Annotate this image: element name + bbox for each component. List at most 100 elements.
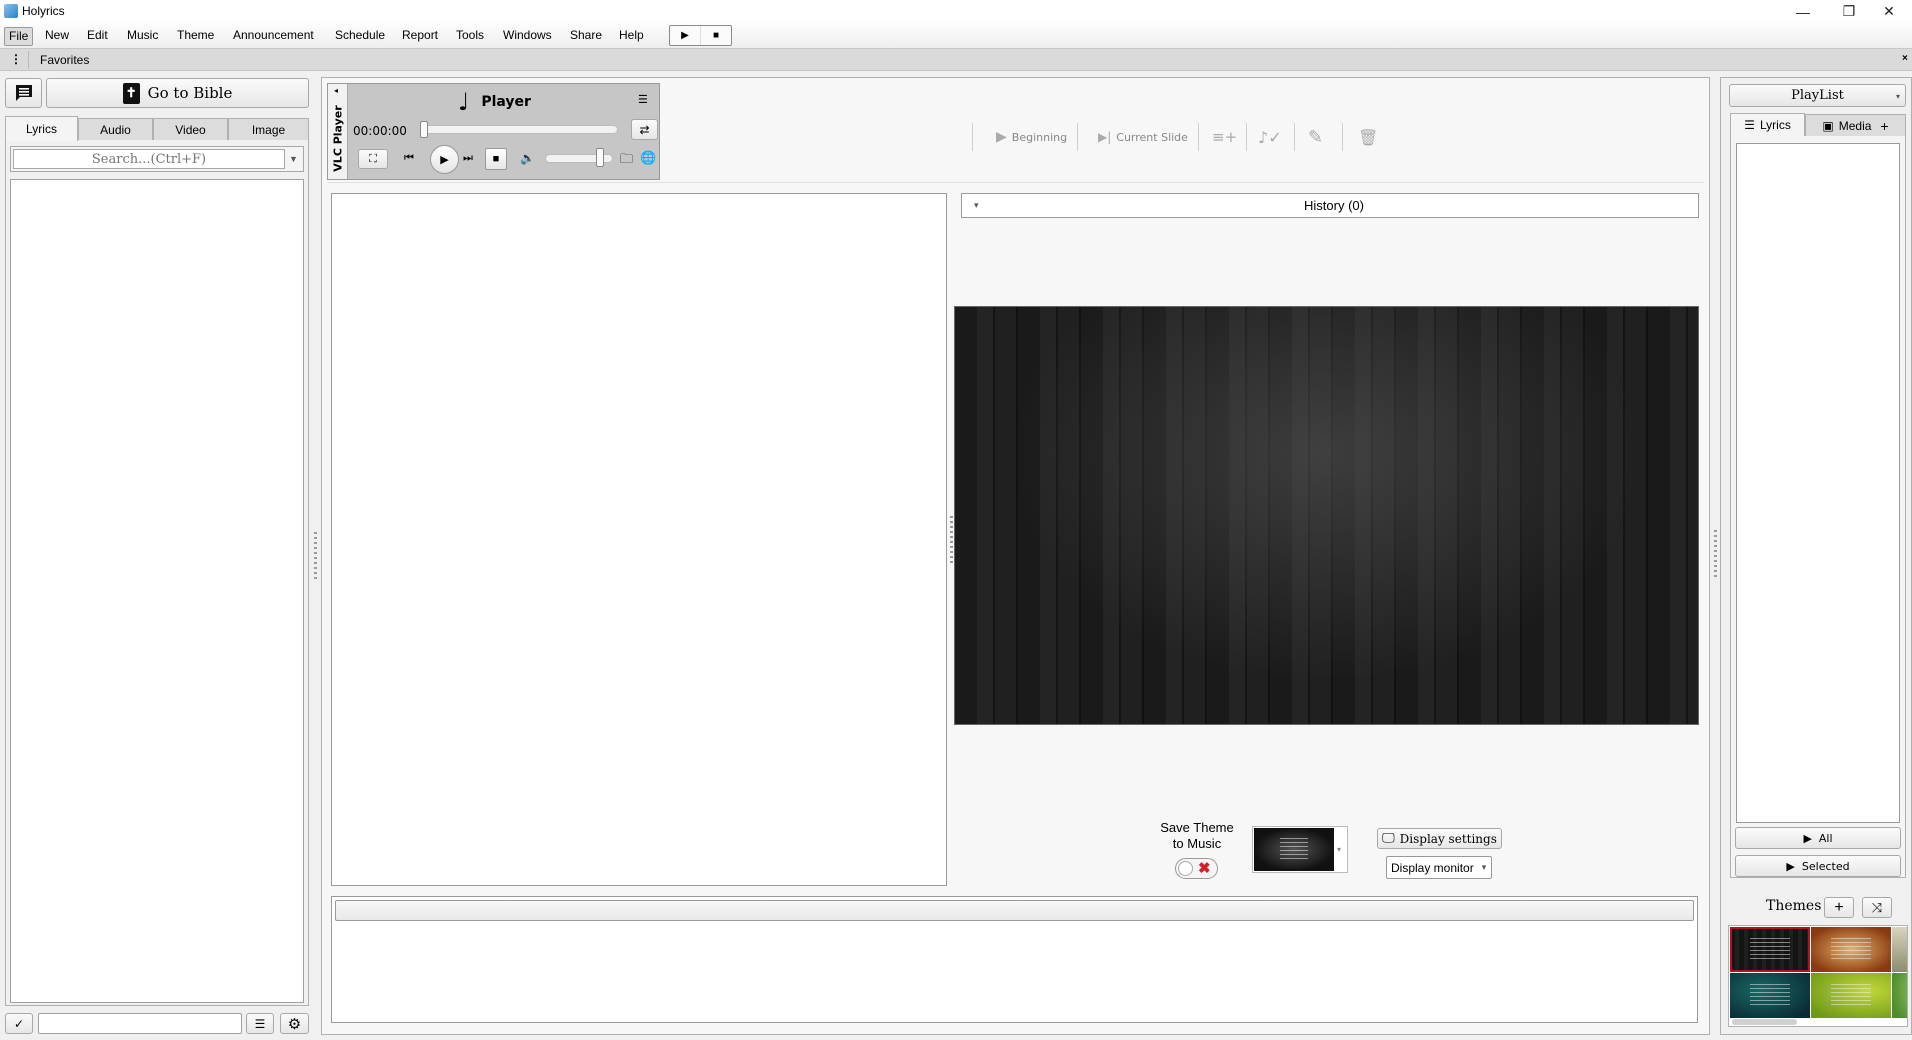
search-dropdown-icon[interactable]: ▼ xyxy=(289,154,298,164)
go-to-bible-button[interactable]: ✝ Go to Bible xyxy=(46,78,309,108)
menu-share[interactable]: Share xyxy=(566,27,606,46)
bible-icon: ✝ xyxy=(122,82,140,104)
slides-list[interactable] xyxy=(331,193,947,886)
menu-tools[interactable]: Tools xyxy=(452,27,488,46)
list-view-button[interactable]: ☰ xyxy=(246,1013,274,1034)
theme-thumbnail-parchment[interactable] xyxy=(1811,927,1891,972)
left-footer-input[interactable] xyxy=(38,1013,242,1034)
progress-slider[interactable] xyxy=(423,125,618,134)
tab-video[interactable]: Video xyxy=(153,118,228,140)
start-from-beginning-button[interactable]: ▶ Beginning xyxy=(996,125,1067,149)
theme-thumbnail-dark-wood[interactable] xyxy=(1730,927,1810,972)
repeat-button[interactable]: ⇄ xyxy=(631,119,658,140)
themes-grid xyxy=(1728,925,1908,1027)
menu-new[interactable]: New xyxy=(41,27,73,46)
playlist-list[interactable] xyxy=(1736,143,1900,823)
lyrics-list[interactable] xyxy=(10,179,304,1003)
add-media-icon[interactable]: + xyxy=(1880,118,1888,134)
themes-scrollbar[interactable] xyxy=(1732,1019,1797,1025)
menu-theme[interactable]: Theme xyxy=(173,27,218,46)
add-theme-button[interactable]: + xyxy=(1824,897,1854,918)
toolbar-separator xyxy=(1246,123,1247,151)
tab-image[interactable]: Image xyxy=(228,118,309,140)
playlist-dropdown[interactable]: PlayList ▾ xyxy=(1729,84,1906,107)
right-splitter-handle[interactable] xyxy=(1714,530,1717,578)
vlc-side-tab[interactable]: ◂ VLC Player xyxy=(328,84,348,179)
menu-music[interactable]: Music xyxy=(123,27,162,46)
history-dropdown[interactable]: ▾ History (0) xyxy=(961,193,1699,218)
delete-trash-icon[interactable]: 🗑 xyxy=(1358,125,1378,149)
play-icon: ▶ xyxy=(1803,831,1812,845)
play-selected-button[interactable]: ▶ Selected xyxy=(1735,855,1901,877)
theme-thumbnail-green-leaf[interactable] xyxy=(1811,973,1891,1018)
add-to-playlist-icon[interactable]: ≡+ xyxy=(1212,125,1237,149)
save-theme-line2: to Music xyxy=(1172,836,1222,851)
music-check-icon[interactable]: ♪✓ xyxy=(1258,125,1282,149)
search-input[interactable] xyxy=(13,149,285,169)
quick-stop-button[interactable]: ■ xyxy=(701,26,731,45)
save-theme-to-music-label: Save Theme to Music xyxy=(1150,820,1244,852)
toolbar-separator xyxy=(1342,123,1343,151)
favorites-close-icon[interactable]: × xyxy=(1902,53,1908,64)
player-time: 00:00:00 xyxy=(353,124,407,138)
tab-playlist-media[interactable]: ▣ Media + xyxy=(1805,114,1906,136)
toggle-off-icon: ✖ xyxy=(1198,860,1211,877)
volume-thumb[interactable] xyxy=(596,148,604,167)
menu-announcement[interactable]: Announcement xyxy=(229,27,318,46)
current-theme-selector[interactable]: ▾ xyxy=(1252,826,1348,873)
volume-icon[interactable]: 🔈 xyxy=(520,151,535,165)
display-monitor-select[interactable]: Display monitor ▾ xyxy=(1386,856,1492,879)
tab-lyrics[interactable]: Lyrics xyxy=(5,116,78,141)
theme-thumbnail-light-nature[interactable] xyxy=(1892,927,1907,972)
menu-file[interactable]: File xyxy=(4,27,34,46)
minimize-button[interactable]: — xyxy=(1780,0,1826,23)
close-window-button[interactable]: ✕ xyxy=(1866,0,1912,23)
tab-playlist-lyrics[interactable]: ☰ Lyrics xyxy=(1730,113,1805,136)
previous-track-button[interactable]: ⏮ xyxy=(404,152,414,165)
media-icon: ▣ xyxy=(1822,118,1834,133)
theme-thumbnail-teal-gradient[interactable] xyxy=(1730,973,1810,1018)
menu-schedule[interactable]: Schedule xyxy=(331,27,389,46)
theme-thumbnail-green-bokeh[interactable] xyxy=(1892,973,1907,1018)
bottom-panel-header[interactable] xyxy=(335,900,1694,921)
theme-dropdown-arrow-icon[interactable]: ▾ xyxy=(1337,845,1341,854)
menu-edit[interactable]: Edit xyxy=(83,27,112,46)
edit-pencil-icon[interactable]: ✎ xyxy=(1308,125,1323,149)
display-settings-button[interactable]: 🖵 Display settings xyxy=(1377,828,1502,849)
playlist-arrow-icon: ▾ xyxy=(1895,92,1900,101)
check-button[interactable]: ✓ xyxy=(5,1013,33,1034)
settings-gear-button[interactable]: ⚙ xyxy=(280,1013,309,1034)
open-folder-icon[interactable]: 🗀 xyxy=(620,150,633,172)
menu-bar: File New Edit Music Theme Announcement S… xyxy=(0,23,1912,49)
menu-help[interactable]: Help xyxy=(615,27,648,46)
menu-report[interactable]: Report xyxy=(398,27,442,46)
play-button[interactable]: ▶ xyxy=(430,145,459,174)
favorites-handle-icon[interactable]: ⋮ xyxy=(10,52,22,66)
chat-button[interactable] xyxy=(5,78,42,108)
play-all-button[interactable]: ▶ All xyxy=(1735,827,1901,849)
toolbar-separator xyxy=(972,123,973,151)
favorites-label[interactable]: Favorites xyxy=(40,53,89,67)
chat-bubble-icon xyxy=(15,85,32,101)
quick-media-controls: ▶ ■ xyxy=(669,25,732,46)
favorites-divider xyxy=(28,51,29,69)
tab-audio[interactable]: Audio xyxy=(78,118,153,140)
start-from-current-slide-button[interactable]: ▶| Current Slide xyxy=(1098,125,1188,149)
stop-button[interactable]: ■ xyxy=(485,148,507,170)
progress-thumb[interactable] xyxy=(420,121,428,138)
shuffle-themes-button[interactable]: ⤨ xyxy=(1862,897,1892,918)
player-menu-icon[interactable]: ☰ xyxy=(638,93,648,106)
left-splitter-handle[interactable] xyxy=(314,532,317,580)
center-splitter-handle[interactable] xyxy=(950,516,953,564)
theme-sample-text xyxy=(1750,938,1790,961)
menu-windows[interactable]: Windows xyxy=(499,27,556,46)
fullscreen-button[interactable]: ⛶ xyxy=(358,149,388,169)
quick-play-button[interactable]: ▶ xyxy=(670,26,701,45)
open-url-globe-icon[interactable]: 🌐 xyxy=(640,150,656,166)
collapse-arrow-icon[interactable]: ◂ xyxy=(334,86,338,95)
window-title: Holyrics xyxy=(22,4,65,18)
save-theme-toggle[interactable]: ✖ xyxy=(1175,858,1218,879)
playlist-label: PlayList xyxy=(1791,88,1844,103)
app-logo-icon xyxy=(4,4,18,18)
next-track-button[interactable]: ⏭ xyxy=(463,152,473,165)
